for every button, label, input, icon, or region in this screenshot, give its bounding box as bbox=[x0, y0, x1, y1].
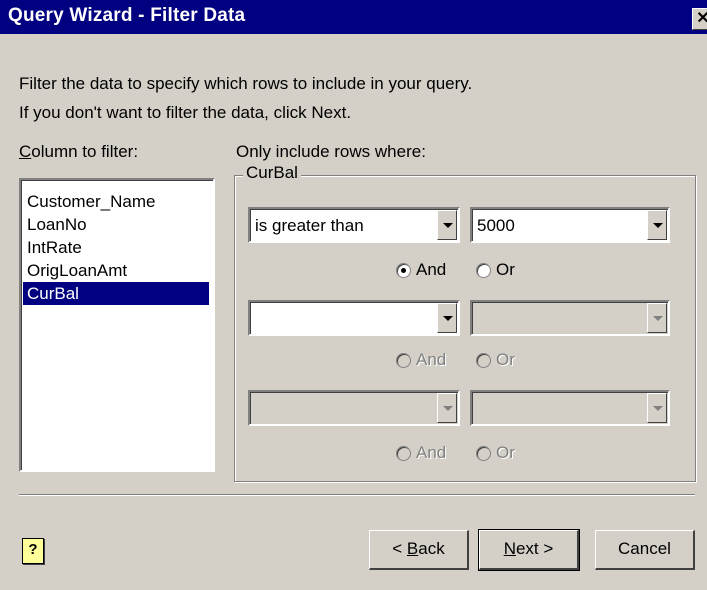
radio-unchecked-icon bbox=[476, 446, 491, 461]
criteria-group-title: CurBal bbox=[243, 163, 301, 183]
chevron-down-icon[interactable] bbox=[437, 210, 457, 240]
operator-combo-1[interactable]: is greater than bbox=[248, 207, 460, 243]
chevron-down-icon[interactable] bbox=[647, 210, 667, 240]
value-combo-2 bbox=[470, 300, 670, 336]
chevron-down-icon bbox=[647, 303, 667, 333]
operator-combo-2[interactable] bbox=[248, 300, 460, 336]
chevron-down-icon[interactable] bbox=[437, 303, 457, 333]
next-button[interactable]: Next > bbox=[478, 529, 580, 571]
intro-line-1: Filter the data to specify which rows to… bbox=[19, 74, 473, 93]
column-list[interactable]: Customer_Name LoanNo IntRate OrigLoanAmt… bbox=[19, 178, 215, 472]
help-button[interactable]: ? bbox=[22, 538, 44, 564]
list-item-intrate[interactable]: IntRate bbox=[23, 236, 209, 259]
list-item-origloanamt[interactable]: OrigLoanAmt bbox=[23, 259, 209, 282]
column-label-rest: olumn to filter: bbox=[31, 142, 139, 161]
cancel-button[interactable]: Cancel bbox=[595, 530, 695, 570]
chevron-down-icon bbox=[647, 393, 667, 423]
operator-value-1: is greater than bbox=[255, 216, 364, 235]
list-item-curbal[interactable]: CurBal bbox=[23, 282, 209, 305]
next-accel: N bbox=[503, 539, 516, 558]
and-label-3: And bbox=[416, 443, 447, 462]
intro-line-2: If you don't want to filter the data, cl… bbox=[19, 103, 352, 122]
back-accel: B bbox=[406, 539, 419, 558]
and-label-1: And bbox=[416, 260, 447, 279]
and-label-2: And bbox=[416, 350, 447, 369]
back-rest: ack bbox=[418, 539, 445, 558]
value-combo-3 bbox=[470, 390, 670, 426]
value-value-1: 5000 bbox=[477, 216, 515, 235]
back-button[interactable]: < Back bbox=[369, 530, 469, 570]
radio-unchecked-icon bbox=[396, 446, 411, 461]
list-item-customer-name[interactable]: Customer_Name bbox=[23, 190, 209, 213]
separator bbox=[19, 494, 695, 496]
or-label-3: Or bbox=[496, 443, 515, 462]
chevron-down-icon bbox=[437, 393, 457, 423]
title-bar: Query Wizard - Filter Data ✕ bbox=[0, 0, 707, 34]
close-button[interactable]: ✕ bbox=[692, 8, 707, 30]
list-item-loanno[interactable]: LoanNo bbox=[23, 213, 209, 236]
radio-unchecked-icon bbox=[476, 263, 491, 278]
back-prefix: < bbox=[392, 539, 407, 558]
radio-unchecked-icon bbox=[396, 353, 411, 368]
radio-unchecked-icon bbox=[476, 353, 491, 368]
radio-checked-icon bbox=[396, 263, 411, 278]
or-label-1: Or bbox=[496, 260, 515, 279]
value-combo-1[interactable]: 5000 bbox=[470, 207, 670, 243]
column-label-accel: C bbox=[19, 142, 32, 161]
or-label-2: Or bbox=[496, 350, 515, 369]
next-rest: ext > bbox=[515, 539, 554, 558]
only-include-label: Only include rows where: bbox=[236, 142, 426, 161]
window-title: Query Wizard - Filter Data bbox=[8, 5, 246, 26]
column-to-filter-label: Column to filter: bbox=[19, 142, 138, 162]
help-icon: ? bbox=[28, 541, 38, 558]
operator-combo-3 bbox=[248, 390, 460, 426]
